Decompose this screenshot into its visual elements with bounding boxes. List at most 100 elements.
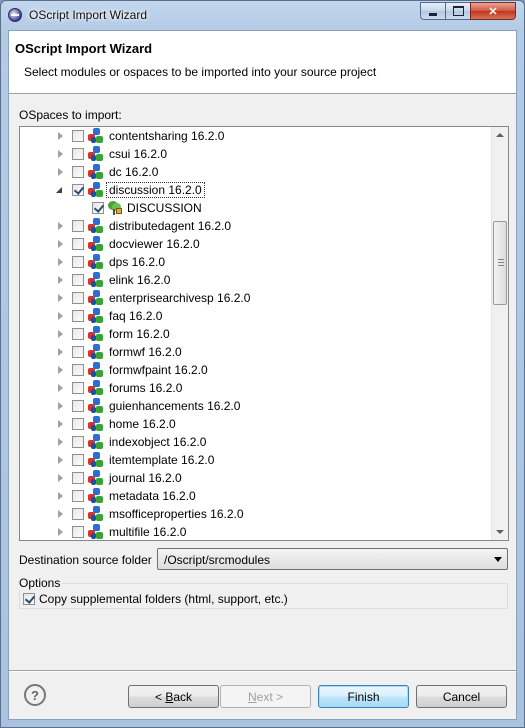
tree-row-label[interactable]: docviewer 16.2.0 <box>109 237 200 251</box>
tree-row-label[interactable]: DISCUSSION <box>127 201 202 215</box>
tree-row[interactable]: distributedagent 16.2.0 <box>20 217 492 235</box>
tree-checkbox[interactable] <box>72 310 84 322</box>
ospaces-tree[interactable]: contentsharing 16.2.0 csui 16.2.0 dc 16.2.… <box>19 126 509 541</box>
tree-row[interactable]: formwfpaint 16.2.0 <box>20 361 492 379</box>
tree-checkbox[interactable] <box>72 256 84 268</box>
tree-row[interactable]: elink 16.2.0 <box>20 271 492 289</box>
expand-arrow-closed-icon[interactable] <box>58 276 63 284</box>
expand-arrow-closed-icon[interactable] <box>58 456 63 464</box>
back-button[interactable]: < Back <box>128 685 219 708</box>
tree-checkbox[interactable] <box>72 382 84 394</box>
tree-checkbox[interactable] <box>72 130 84 142</box>
tree-checkbox[interactable] <box>72 400 84 412</box>
tree-row-label[interactable]: journal 16.2.0 <box>109 471 182 485</box>
expand-arrow-closed-icon[interactable] <box>58 168 63 176</box>
expand-arrow-closed-icon[interactable] <box>58 474 63 482</box>
tree-checkbox[interactable] <box>72 238 84 250</box>
minimize-button[interactable] <box>420 2 446 20</box>
chevron-down-icon[interactable] <box>494 557 502 562</box>
tree-row-label[interactable]: dps 16.2.0 <box>109 255 165 269</box>
tree-row[interactable]: dps 16.2.0 <box>20 253 492 271</box>
scroll-down-icon[interactable] <box>496 530 504 534</box>
tree-checkbox[interactable] <box>72 472 84 484</box>
expand-arrow-closed-icon[interactable] <box>58 150 63 158</box>
expand-arrow-closed-icon[interactable] <box>58 258 63 266</box>
expand-arrow-open-icon[interactable] <box>56 187 62 193</box>
tree-checkbox[interactable] <box>72 148 84 160</box>
title-bar[interactable]: OScript Import Wizard ✕ <box>1 1 524 29</box>
tree-row-label[interactable]: distributedagent 16.2.0 <box>109 219 231 233</box>
tree-checkbox[interactable] <box>72 346 84 358</box>
tree-checkbox[interactable] <box>72 526 84 538</box>
tree-row-label[interactable]: enterprisearchivesp 16.2.0 <box>109 291 250 305</box>
expand-arrow-closed-icon[interactable] <box>58 348 63 356</box>
tree-checkbox[interactable] <box>72 436 84 448</box>
tree-checkbox[interactable] <box>72 292 84 304</box>
tree-checkbox[interactable] <box>72 184 84 196</box>
copy-supplemental-checkbox[interactable] <box>23 593 35 605</box>
tree-checkbox[interactable] <box>72 508 84 520</box>
expand-arrow-closed-icon[interactable] <box>58 384 63 392</box>
tree-row[interactable]: metadata 16.2.0 <box>20 487 492 505</box>
expand-arrow-closed-icon[interactable] <box>58 330 63 338</box>
finish-button[interactable]: Finish <box>318 685 409 708</box>
scroll-up-icon[interactable] <box>496 133 504 137</box>
tree-row[interactable]: forums 16.2.0 <box>20 379 492 397</box>
expand-arrow-closed-icon[interactable] <box>58 132 63 140</box>
tree-row-label[interactable]: itemtemplate 16.2.0 <box>109 453 214 467</box>
tree-row[interactable]: discussion 16.2.0 <box>20 181 492 199</box>
tree-row-label[interactable]: forums 16.2.0 <box>109 381 182 395</box>
tree-checkbox[interactable] <box>92 202 104 214</box>
tree-row[interactable]: enterprisearchivesp 16.2.0 <box>20 289 492 307</box>
tree-checkbox[interactable] <box>72 220 84 232</box>
expand-arrow-closed-icon[interactable] <box>58 492 63 500</box>
tree-row-label[interactable]: home 16.2.0 <box>109 417 176 431</box>
tree-row-label[interactable]: formwf 16.2.0 <box>109 345 182 359</box>
tree-row-label[interactable]: faq 16.2.0 <box>109 309 162 323</box>
expand-arrow-closed-icon[interactable] <box>58 222 63 230</box>
tree-checkbox[interactable] <box>72 274 84 286</box>
tree-row[interactable]: itemtemplate 16.2.0 <box>20 451 492 469</box>
expand-arrow-closed-icon[interactable] <box>58 402 63 410</box>
tree-row[interactable]: guienhancements 16.2.0 <box>20 397 492 415</box>
tree-row[interactable]: multifile 16.2.0 <box>20 523 492 540</box>
expand-arrow-closed-icon[interactable] <box>58 510 63 518</box>
tree-row[interactable]: indexobject 16.2.0 <box>20 433 492 451</box>
close-button[interactable]: ✕ <box>470 2 516 20</box>
tree-row-label[interactable]: form 16.2.0 <box>109 327 170 341</box>
tree-checkbox[interactable] <box>72 418 84 430</box>
tree-row[interactable]: journal 16.2.0 <box>20 469 492 487</box>
tree-row-label[interactable]: contentsharing 16.2.0 <box>109 129 224 143</box>
tree-vertical-scrollbar[interactable] <box>491 127 508 540</box>
tree-checkbox[interactable] <box>72 328 84 340</box>
help-button[interactable]: ? <box>24 684 46 706</box>
tree-row-label[interactable]: elink 16.2.0 <box>109 273 170 287</box>
tree-row-label[interactable]: discussion 16.2.0 <box>106 182 205 198</box>
expand-arrow-closed-icon[interactable] <box>58 312 63 320</box>
tree-row[interactable]: docviewer 16.2.0 <box>20 235 492 253</box>
tree-child-row[interactable]: DISCUSSION <box>20 199 492 217</box>
expand-arrow-closed-icon[interactable] <box>58 420 63 428</box>
tree-row-label[interactable]: multifile 16.2.0 <box>109 525 186 539</box>
tree-row-label[interactable]: dc 16.2.0 <box>109 165 158 179</box>
tree-row[interactable]: csui 16.2.0 <box>20 145 492 163</box>
tree-row[interactable]: msofficeproperties 16.2.0 <box>20 505 492 523</box>
destination-folder-combo[interactable]: /Oscript/srcmodules <box>157 548 508 570</box>
scroll-thumb[interactable] <box>493 221 507 305</box>
tree-row-label[interactable]: guienhancements 16.2.0 <box>109 399 240 413</box>
tree-row[interactable]: dc 16.2.0 <box>20 163 492 181</box>
tree-checkbox[interactable] <box>72 454 84 466</box>
tree-row-label[interactable]: msofficeproperties 16.2.0 <box>109 507 244 521</box>
expand-arrow-closed-icon[interactable] <box>58 438 63 446</box>
expand-arrow-closed-icon[interactable] <box>58 294 63 302</box>
tree-checkbox[interactable] <box>72 166 84 178</box>
tree-row-label[interactable]: indexobject 16.2.0 <box>109 435 206 449</box>
expand-arrow-closed-icon[interactable] <box>58 366 63 374</box>
tree-row[interactable]: form 16.2.0 <box>20 325 492 343</box>
tree-row[interactable]: formwf 16.2.0 <box>20 343 492 361</box>
next-button[interactable]: Next > <box>220 685 311 708</box>
tree-row[interactable]: home 16.2.0 <box>20 415 492 433</box>
tree-row-label[interactable]: csui 16.2.0 <box>109 147 167 161</box>
cancel-button[interactable]: Cancel <box>416 685 507 708</box>
tree-row[interactable]: contentsharing 16.2.0 <box>20 127 492 145</box>
